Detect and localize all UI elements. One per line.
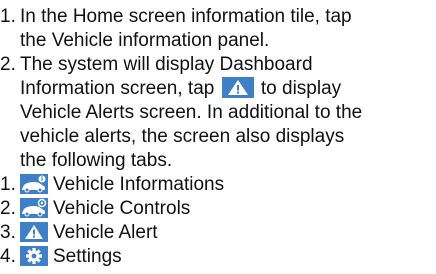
- tab-label: Vehicle Controls: [53, 198, 191, 219]
- tab-label: Settings: [53, 246, 122, 267]
- tab-item-vehicle-informations: 1. Vehicle Informations: [0, 173, 436, 197]
- tab-number: 3.: [0, 222, 16, 243]
- tab-label: Vehicle Alert: [53, 222, 158, 243]
- step-text-fragment: Information screen, tap: [20, 78, 215, 99]
- instruction-document: 1. In the Home screen information tile, …: [0, 5, 436, 269]
- tab-list: 1. Vehicle Informations 2. Vehicle Contr…: [0, 173, 436, 269]
- warning-icon: [20, 222, 48, 242]
- step-text-line: vehicle alerts, the screen also displays: [20, 126, 345, 147]
- tab-number: 2.: [0, 198, 16, 219]
- tab-number: 1.: [0, 174, 16, 195]
- gear-icon: [20, 246, 48, 266]
- tab-number: 4.: [0, 246, 16, 267]
- step-text-line: the Vehicle information panel.: [20, 30, 270, 51]
- step-text-line: Vehicle Alerts screen. In additional to …: [20, 102, 363, 123]
- step-text-line-with-icon: Information screen, tap to display: [20, 77, 436, 101]
- tab-item-vehicle-alert: 3. Vehicle Alert: [0, 221, 436, 245]
- step-text-line: the following tabs.: [20, 150, 173, 171]
- step-text-line: The system will display Dashboard: [20, 54, 313, 75]
- step-text-line: In the Home screen information tile, tap: [20, 6, 352, 27]
- tab-label: Vehicle Informations: [53, 174, 225, 195]
- step-1: 1. In the Home screen information tile, …: [0, 5, 436, 53]
- tab-item-settings: 4. Settings: [0, 245, 436, 269]
- warning-icon: [221, 77, 254, 98]
- step-2: 2. The system will display Dashboard Inf…: [0, 53, 436, 173]
- step-text-fragment: to display: [260, 78, 342, 99]
- step-number: 2.: [0, 54, 16, 75]
- step-number: 1.: [0, 6, 16, 27]
- tab-item-vehicle-controls: 2. Vehicle Controls: [0, 197, 436, 221]
- car-controls-icon: [20, 198, 48, 218]
- car-info-icon: [20, 174, 48, 194]
